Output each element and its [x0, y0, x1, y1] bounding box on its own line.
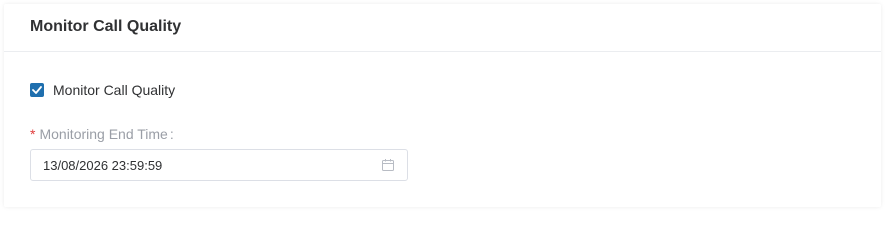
monitoring-end-time-label: * Monitoring End Time: [30, 126, 174, 142]
monitor-call-quality-card: Monitor Call Quality Monitor Call Qualit… [4, 4, 881, 207]
field-label-text: Monitoring End Time [39, 126, 168, 142]
checkbox-label[interactable]: Monitor Call Quality [53, 82, 175, 98]
calendar-icon[interactable] [381, 158, 395, 172]
date-value: 13/08/2026 23:59:59 [43, 157, 163, 173]
checkbox-checked-icon[interactable] [30, 83, 44, 97]
card-title: Monitor Call Quality [30, 17, 182, 35]
card-header: Monitor Call Quality [4, 4, 881, 52]
monitoring-end-time-input[interactable]: 13/08/2026 23:59:59 [30, 149, 408, 181]
required-marker: * [30, 126, 36, 142]
monitor-call-quality-checkbox[interactable]: Monitor Call Quality [30, 82, 175, 98]
field-label-suffix: : [169, 126, 174, 142]
